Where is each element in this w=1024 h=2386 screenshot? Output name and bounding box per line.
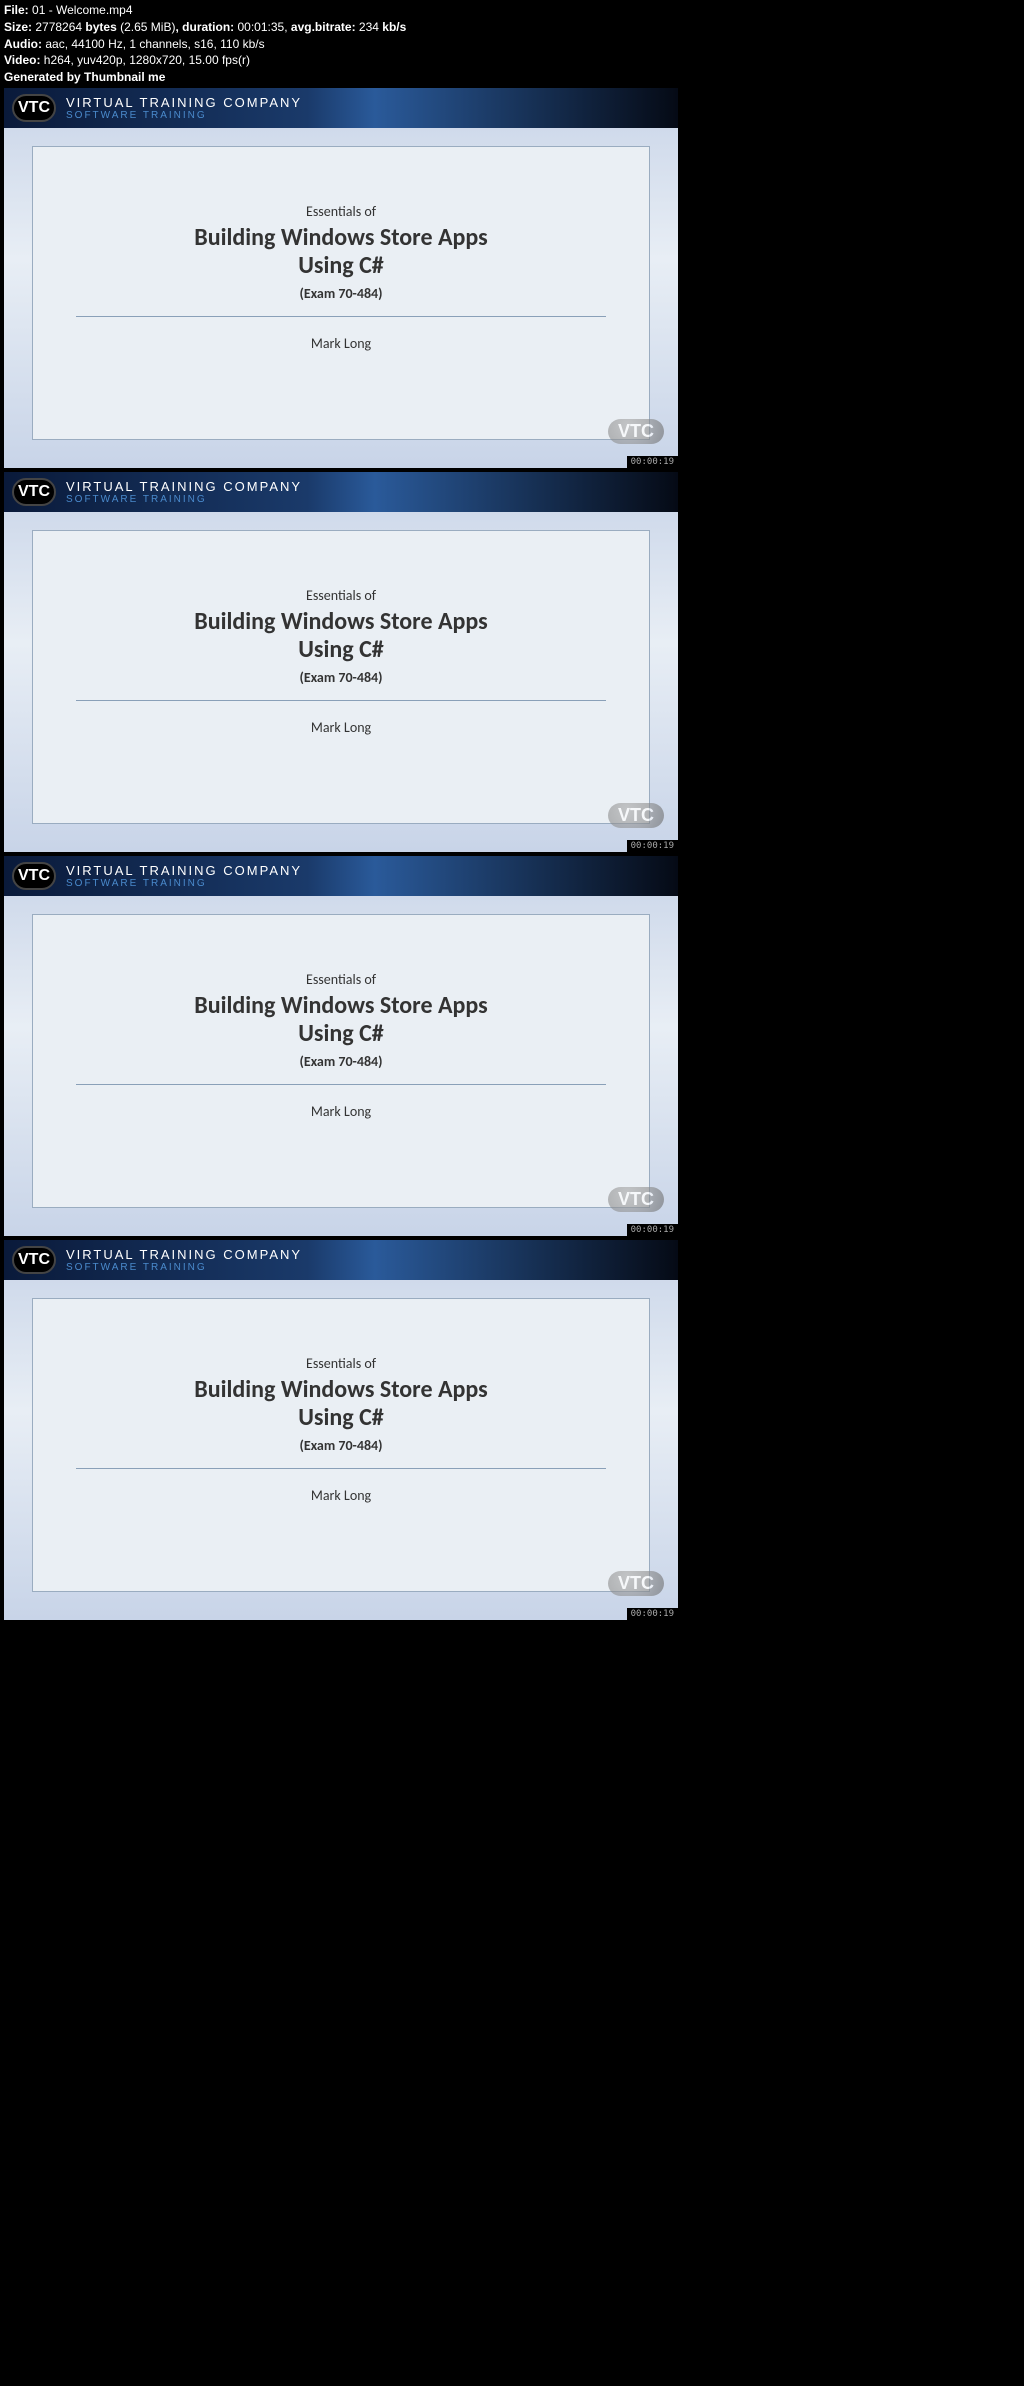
size-row: Size: 2778264 bytes (2.65 MiB), duration… [4,19,1020,36]
slide-pretitle: Essentials of [306,203,376,220]
audio-value: aac, 44100 Hz, 1 channels, s16, 110 kb/s [45,37,264,51]
brand-title-group: VIRTUAL TRAINING COMPANY SOFTWARE TRAINI… [66,479,302,505]
slide-exam: (Exam 70-484) [300,1053,383,1070]
brand-header: VTC VIRTUAL TRAINING COMPANY SOFTWARE TR… [4,472,678,512]
bitrate-value: 234 [359,20,379,34]
slide-exam: (Exam 70-484) [300,1437,383,1454]
vtc-logo-icon: VTC [12,862,56,890]
thumbnail-3: VTC VIRTUAL TRAINING COMPANY SOFTWARE TR… [4,856,678,1236]
slide-pretitle: Essentials of [306,971,376,988]
slide-body: Essentials of Building Windows Store App… [32,1298,650,1592]
file-row: File: 01 - Welcome.mp4 [4,2,1020,19]
slide-pretitle: Essentials of [306,587,376,604]
slide-title-line1: Building Windows Store Apps [194,608,487,636]
timestamp: 00:00:19 [627,840,678,852]
audio-label: Audio: [4,37,42,51]
divider-line [76,1468,606,1469]
size-bytes: 2778264 [35,20,82,34]
vtc-logo-icon: VTC [12,1246,56,1274]
slide-author: Mark Long [311,1487,371,1504]
thumbnail-4: VTC VIRTUAL TRAINING COMPANY SOFTWARE TR… [4,1240,678,1620]
bitrate-unit: kb/s [382,20,406,34]
generated-row: Generated by Thumbnail me [4,69,1020,86]
vtc-watermark-icon: VTC [608,419,664,444]
slide-body: Essentials of Building Windows Store App… [32,146,650,440]
slide-author: Mark Long [311,335,371,352]
brand-company: VIRTUAL TRAINING COMPANY [66,1247,302,1262]
brand-subtitle: SOFTWARE TRAINING [66,878,302,889]
brand-title-group: VIRTUAL TRAINING COMPANY SOFTWARE TRAINI… [66,863,302,889]
slide-author: Mark Long [311,1103,371,1120]
size-label: Size: [4,20,32,34]
brand-header: VTC VIRTUAL TRAINING COMPANY SOFTWARE TR… [4,856,678,896]
brand-title-group: VIRTUAL TRAINING COMPANY SOFTWARE TRAINI… [66,1247,302,1273]
brand-title-group: VIRTUAL TRAINING COMPANY SOFTWARE TRAINI… [66,95,302,121]
brand-subtitle: SOFTWARE TRAINING [66,494,302,505]
media-info-header: File: 01 - Welcome.mp4 Size: 2778264 byt… [0,0,1024,88]
slide-body: Essentials of Building Windows Store App… [32,530,650,824]
size-mib: (2.65 MiB) [120,20,175,34]
slide-exam: (Exam 70-484) [300,669,383,686]
brand-subtitle: SOFTWARE TRAINING [66,110,302,121]
video-value: h264, yuv420p, 1280x720, 15.00 fps(r) [44,53,250,67]
duration-label: duration: [182,20,234,34]
vtc-logo-icon: VTC [12,94,56,122]
slide-title-line1: Building Windows Store Apps [194,1376,487,1404]
file-value: 01 - Welcome.mp4 [32,3,132,17]
duration-value: 00:01:35, [238,20,288,34]
brand-header: VTC VIRTUAL TRAINING COMPANY SOFTWARE TR… [4,1240,678,1280]
brand-company: VIRTUAL TRAINING COMPANY [66,95,302,110]
video-label: Video: [4,53,40,67]
divider-line [76,1084,606,1085]
vtc-watermark-icon: VTC [608,1571,664,1596]
slide-title-line2: Using C# [298,252,383,280]
brand-company: VIRTUAL TRAINING COMPANY [66,863,302,878]
slide-body: Essentials of Building Windows Store App… [32,914,650,1208]
brand-header: VTC VIRTUAL TRAINING COMPANY SOFTWARE TR… [4,88,678,128]
generated-by: Generated by Thumbnail me [4,70,165,84]
thumbnail-1: VTC VIRTUAL TRAINING COMPANY SOFTWARE TR… [4,88,678,468]
timestamp: 00:00:19 [627,1608,678,1620]
timestamp: 00:00:19 [627,456,678,468]
slide-title-line1: Building Windows Store Apps [194,992,487,1020]
vtc-watermark-icon: VTC [608,1187,664,1212]
slide-title-line2: Using C# [298,1404,383,1432]
slide-exam: (Exam 70-484) [300,285,383,302]
file-label: File: [4,3,29,17]
slide-author: Mark Long [311,719,371,736]
bitrate-label: avg.bitrate: [291,20,356,34]
video-row: Video: h264, yuv420p, 1280x720, 15.00 fp… [4,52,1020,69]
slide-pretitle: Essentials of [306,1355,376,1372]
size-bytes-unit: bytes [85,20,116,34]
slide-title-line1: Building Windows Store Apps [194,224,487,252]
thumbnail-2: VTC VIRTUAL TRAINING COMPANY SOFTWARE TR… [4,472,678,852]
slide-title-line2: Using C# [298,636,383,664]
vtc-watermark-icon: VTC [608,803,664,828]
divider-line [76,700,606,701]
brand-subtitle: SOFTWARE TRAINING [66,1262,302,1273]
brand-company: VIRTUAL TRAINING COMPANY [66,479,302,494]
divider-line [76,316,606,317]
vtc-logo-icon: VTC [12,478,56,506]
slide-title-line2: Using C# [298,1020,383,1048]
timestamp: 00:00:19 [627,1224,678,1236]
audio-row: Audio: aac, 44100 Hz, 1 channels, s16, 1… [4,36,1020,53]
